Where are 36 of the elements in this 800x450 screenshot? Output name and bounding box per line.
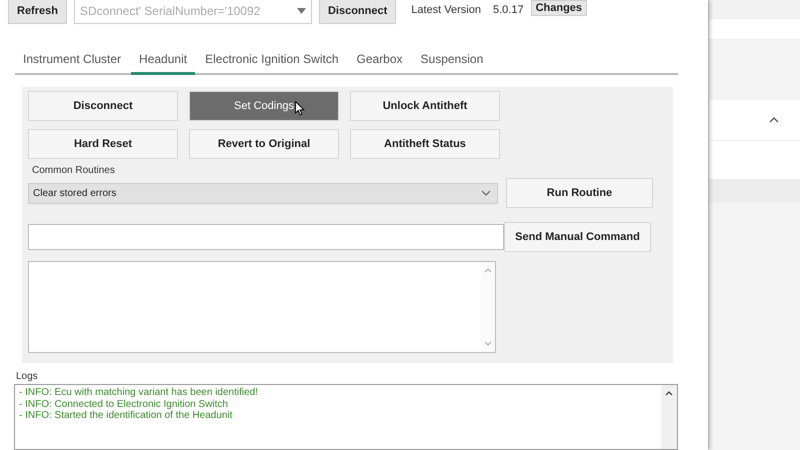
tab[interactable]: Electronic Ignition Switch — [197, 50, 346, 75]
group-label: Logs — [16, 371, 39, 382]
scrollbar[interactable] — [661, 385, 677, 449]
routine-dropdown-value: Clear stored errors — [33, 188, 116, 198]
run-routine-button[interactable]: Run Routine — [506, 178, 653, 208]
action-button[interactable]: Unlock Antitheft — [350, 91, 500, 121]
changes-button[interactable]: Changes — [530, 0, 588, 16]
response-text-area[interactable] — [28, 261, 496, 353]
log-entry: - INFO: Connected to Electronic Ignition Switch — [19, 398, 229, 410]
scrollbar[interactable] — [481, 262, 495, 352]
sort-caret-icon[interactable] — [769, 117, 779, 123]
tab[interactable]: Suspension — [412, 50, 492, 75]
log-entry: - INFO: Started the identification of the Headunit — [19, 410, 234, 422]
send-command-button[interactable]: Send Manual Command — [504, 222, 651, 252]
tab[interactable]: Headunit — [131, 50, 196, 75]
scroll-down-icon[interactable] — [484, 341, 492, 346]
dropdown-arrow-icon — [296, 8, 306, 14]
device-dropdown-value: SDconnect' SerialNumber='10092 — [80, 4, 260, 18]
tab[interactable]: Instrument Cluster — [15, 50, 130, 75]
mouse-cursor-icon — [295, 101, 305, 116]
scroll-up-icon[interactable] — [665, 391, 673, 396]
refresh-button[interactable]: Refresh — [8, 0, 67, 24]
group-label: Common Routines — [32, 165, 116, 176]
version-number: 5.0.17 — [492, 4, 524, 16]
log-entry: - INFO: Ecu with matching variant has been identified! — [19, 387, 260, 398]
version-label: Latest Version — [411, 4, 481, 16]
command-input-field[interactable] — [28, 224, 504, 250]
chevron-down-icon — [481, 190, 491, 196]
routine-dropdown[interactable]: Clear stored errors — [28, 182, 498, 204]
tab[interactable]: Gearbox — [348, 50, 411, 75]
action-button[interactable]: Set Codings — [189, 91, 339, 121]
action-button[interactable]: Disconnect — [28, 91, 178, 121]
action-button[interactable]: Revert to Original — [189, 129, 339, 159]
disconnect-button[interactable]: Disconnect — [318, 0, 396, 24]
action-button[interactable]: Hard Reset — [28, 129, 178, 159]
action-button[interactable]: Antitheft Status — [350, 129, 500, 159]
